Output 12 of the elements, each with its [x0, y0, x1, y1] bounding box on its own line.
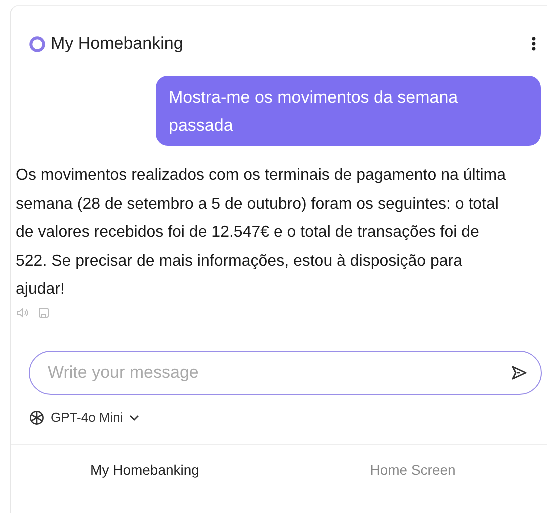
- chat-title: My Homebanking: [51, 34, 184, 54]
- logo-icon: [29, 36, 46, 52]
- model-logo-icon: [29, 410, 45, 426]
- chevron-down-icon: [129, 414, 140, 422]
- model-selector[interactable]: GPT-4o Mini: [29, 410, 140, 426]
- message-input[interactable]: Write your message: [29, 350, 542, 394]
- user-message: Mostra-me os movimentos da semana passada: [156, 76, 541, 146]
- more-menu-icon[interactable]: [531, 36, 537, 52]
- tab[interactable]: My Homebanking: [11, 458, 279, 482]
- send-icon[interactable]: [510, 364, 528, 382]
- tab[interactable]: Home Screen: [279, 458, 547, 482]
- assistant-message: Os movimentos realizados com os terminais de pagamento na última semana (28 de setembro a 5 de outubro) foram os seguintes: o total de valores recebidos foi de 12.547€ e o total de transações foi de 522. Se precisar de mais informações, estou à disposição para ajudar!: [16, 166, 507, 300]
